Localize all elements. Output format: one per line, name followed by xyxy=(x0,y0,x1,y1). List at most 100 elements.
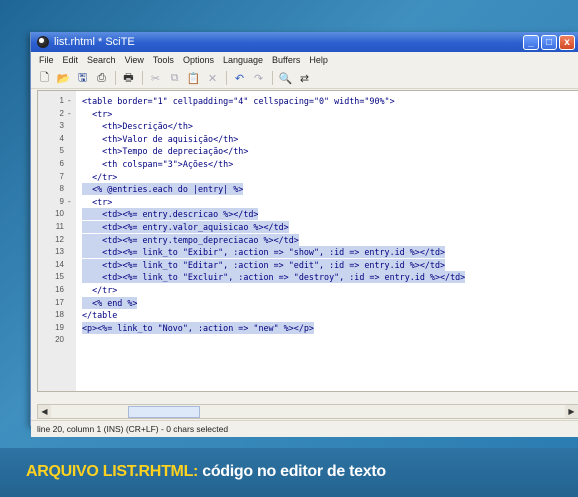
code-line[interactable]: 6 <th colspan="3">Ações</th> xyxy=(38,158,578,170)
line-number: 14 xyxy=(55,259,64,269)
code-text: <td><%= entry.tempo_depreciacao %></td> xyxy=(82,233,299,246)
menu-language[interactable]: Language xyxy=(223,55,263,65)
undo-icon[interactable]: ↶ xyxy=(232,71,247,86)
code-line[interactable]: 2- <tr> xyxy=(38,108,578,120)
menu-tools[interactable]: Tools xyxy=(153,55,174,65)
menu-file[interactable]: File xyxy=(39,55,54,65)
window-title: list.rhtml * SciTE xyxy=(54,36,135,48)
save-icon[interactable]: 🖫 xyxy=(75,71,90,86)
code-text: <tr> xyxy=(82,196,113,207)
fold-marker[interactable]: - xyxy=(68,108,71,120)
code-editor[interactable]: 1- <table border="1" cellpadding="4" cell… xyxy=(37,90,578,392)
toolbar-separator xyxy=(115,71,116,85)
code-line[interactable]: 19 <p><%= link_to "Novo", :action => "new… xyxy=(38,321,578,334)
code-line[interactable]: 13 <td><%= link_to "Exibir", :action => … xyxy=(38,246,578,259)
line-number: 9 xyxy=(59,196,64,206)
code-line[interactable]: 11 <td><%= entry.valor_aquisicao %></td> xyxy=(38,221,578,233)
figure-caption: ARQUIVO LIST.RHTML: código no editor de … xyxy=(26,463,386,481)
code-text: <tr> xyxy=(82,108,113,119)
code-text: <table border="1" cellpadding="4" cellsp… xyxy=(82,96,395,106)
line-number: 6 xyxy=(59,159,64,168)
toolbar-separator xyxy=(226,71,227,85)
line-number: 5 xyxy=(59,146,64,156)
code-line[interactable]: 4 <th>Valor de aquisição</th> xyxy=(38,133,578,145)
toolbar-separator xyxy=(142,71,143,85)
code-line[interactable]: 20 xyxy=(38,334,578,346)
maximize-button[interactable]: □ xyxy=(541,34,557,50)
caption-lead: ARQUIVO LIST.RHTML: xyxy=(26,463,199,480)
scrollbar-thumb[interactable] xyxy=(128,406,200,418)
code-line[interactable]: 8 <% @entries.each do |entry| %> xyxy=(38,183,578,196)
code-line[interactable]: 15 <td><%= link_to "Excluir", :action =>… xyxy=(38,271,578,284)
code-text: <th>Descrição</th> xyxy=(82,121,193,132)
open-icon[interactable]: 📂 xyxy=(56,71,71,86)
status-bar: line 20, column 1 (INS) (CR+LF) - 0 char… xyxy=(31,420,578,437)
delete-icon[interactable]: ✕ xyxy=(205,71,220,86)
title-bar[interactable]: list.rhtml * SciTE _ □ x xyxy=(31,32,578,52)
code-text: <p><%= link_to "Novo", :action => "new" … xyxy=(82,321,314,334)
menu-search[interactable]: Search xyxy=(87,55,116,65)
copy-icon[interactable]: ⧉ xyxy=(167,71,182,86)
line-number: 3 xyxy=(59,121,64,131)
line-number: 8 xyxy=(59,184,64,194)
line-number: 12 xyxy=(55,234,64,244)
new-file-icon[interactable]: 🗋 xyxy=(37,71,52,86)
code-line[interactable]: 10 <td><%= entry.descricao %></td> xyxy=(38,208,578,221)
code-line[interactable]: 3 <th>Descrição</th> xyxy=(38,120,578,132)
code-text: </table xyxy=(82,310,118,321)
line-number: 1 xyxy=(59,96,64,105)
line-number: 18 xyxy=(55,310,64,320)
line-number: 17 xyxy=(55,297,64,307)
print-icon[interactable]: 🖶 xyxy=(121,71,136,86)
scite-app-icon xyxy=(37,36,49,48)
menu-options[interactable]: Options xyxy=(183,55,214,65)
fold-marker[interactable]: - xyxy=(68,95,71,107)
code-text: <td><%= link_to "Editar", :action => "ed… xyxy=(82,258,446,271)
fold-marker[interactable]: - xyxy=(68,196,71,208)
code-line[interactable]: 16 </tr> xyxy=(38,284,578,296)
code-text: <th colspan="3">Ações</th> xyxy=(82,159,234,169)
menu-edit[interactable]: Edit xyxy=(63,55,79,65)
line-number: 13 xyxy=(55,247,64,257)
code-text: <th>Tempo de depreciação</th> xyxy=(82,146,249,157)
replace-icon[interactable]: ⇄ xyxy=(297,71,312,86)
scite-window: list.rhtml * SciTE _ □ x File Edit Searc… xyxy=(30,32,578,437)
code-line[interactable]: 18 </table xyxy=(38,309,578,321)
minimize-button[interactable]: _ xyxy=(523,34,539,50)
horizontal-scrollbar[interactable]: ◀ ▶ xyxy=(37,404,578,419)
code-text: <td><%= entry.valor_aquisicao %></td> xyxy=(82,221,289,233)
code-line[interactable]: 9- <tr> xyxy=(38,196,578,208)
close-button[interactable]: x xyxy=(559,34,575,50)
scroll-left-arrow-icon[interactable]: ◀ xyxy=(38,405,51,418)
code-text: <% end %> xyxy=(82,296,138,309)
redo-icon[interactable]: ↷ xyxy=(251,71,266,86)
code-line[interactable]: 14 <td><%= link_to "Editar", :action => … xyxy=(38,258,578,271)
code-text: </tr> xyxy=(82,171,118,182)
code-line[interactable]: 1- <table border="1" cellpadding="4" cell… xyxy=(38,95,578,107)
scroll-right-arrow-icon[interactable]: ▶ xyxy=(565,405,578,418)
menu-view[interactable]: View xyxy=(125,55,144,65)
toolbar: 🗋 📂 🖫 ⎙ 🖶 ✂ ⧉ 📋 ✕ ↶ ↷ 🔍 ⇄ xyxy=(31,68,578,89)
menu-help[interactable]: Help xyxy=(309,55,328,65)
code-line[interactable]: 17 <% end %> xyxy=(38,296,578,309)
code-line[interactable]: 12 <td><%= entry.tempo_depreciacao %></t… xyxy=(38,233,578,246)
line-number: 15 xyxy=(55,272,64,282)
code-text: </tr> xyxy=(82,285,118,295)
line-number: 7 xyxy=(59,171,64,181)
caption-rest: código no editor de texto xyxy=(198,463,386,480)
line-number: 19 xyxy=(55,322,64,332)
paste-icon[interactable]: 📋 xyxy=(186,71,201,86)
code-text: <td><%= link_to "Excluir", :action => "d… xyxy=(82,271,466,284)
code-text: <td><%= link_to "Exibir", :action => "sh… xyxy=(82,246,446,259)
menu-bar: File Edit Search View Tools Options Lang… xyxy=(31,52,578,68)
line-number: 10 xyxy=(55,209,64,219)
print-preview-icon[interactable]: ⎙ xyxy=(94,71,109,86)
cut-icon[interactable]: ✂ xyxy=(148,71,163,86)
find-icon[interactable]: 🔍 xyxy=(278,71,293,86)
menu-buffers[interactable]: Buffers xyxy=(272,55,300,65)
code-line[interactable]: 5 <th>Tempo de depreciação</th> xyxy=(38,145,578,157)
code-text: <td><%= entry.descricao %></td> xyxy=(82,208,259,221)
line-number: 11 xyxy=(55,222,64,231)
code-line[interactable]: 7 </tr> xyxy=(38,171,578,183)
code-text: <% @entries.each do |entry| %> xyxy=(82,183,244,196)
